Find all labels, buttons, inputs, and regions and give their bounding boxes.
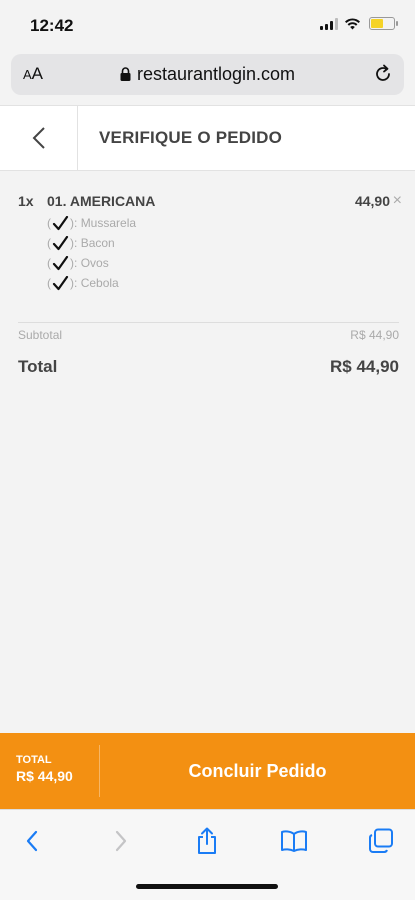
address-bar[interactable]: AA restaurantlogin.com <box>11 54 404 95</box>
option-label: Mussarela <box>80 216 137 230</box>
option-label: Bacon <box>80 236 115 250</box>
option-label: Cebola <box>80 276 119 290</box>
page-title: VERIFIQUE O PEDIDO <box>99 128 283 147</box>
check-icon <box>52 255 69 270</box>
item-price: 44,90 <box>354 193 390 209</box>
subtotal-value: R$ 44,90 <box>350 328 399 342</box>
item-name: 01. AMERICANA <box>47 193 156 209</box>
reload-icon[interactable] <box>372 63 394 85</box>
wifi-icon <box>345 18 360 30</box>
option-close-paren: ): <box>70 236 78 250</box>
item-row: 1x 01. AMERICANA 44,90 <box>18 193 408 209</box>
option-row: ( ): Mussarela <box>47 213 408 233</box>
option-label: Ovos <box>80 256 109 270</box>
option-close-paren: ): <box>70 276 78 290</box>
browser-forward-button[interactable] <box>106 826 136 856</box>
lock-icon <box>120 67 131 81</box>
option-open-paren: ( <box>47 256 51 270</box>
check-icon <box>52 275 69 290</box>
status-time: 12:42 <box>30 16 74 35</box>
page-header: VERIFIQUE O PEDIDO <box>0 105 415 171</box>
bookmarks-button[interactable] <box>279 826 309 856</box>
total-label: Total <box>18 357 58 376</box>
chevron-left-icon <box>32 127 45 149</box>
status-icons <box>320 17 398 30</box>
option-open-paren: ( <box>47 276 51 290</box>
remove-item-icon[interactable]: × <box>393 192 402 210</box>
share-icon <box>198 827 216 854</box>
checkout-total-value: R$ 44,90 <box>16 768 73 784</box>
checkout-bar: TOTAL R$ 44,90 Concluir Pedido <box>0 733 415 809</box>
home-indicator <box>136 884 278 889</box>
share-button[interactable] <box>192 826 222 856</box>
url-display[interactable]: restaurantlogin.com <box>11 64 404 85</box>
browser-back-button[interactable] <box>17 826 47 856</box>
tabs-icon <box>369 828 393 853</box>
divider <box>18 322 399 323</box>
check-icon <box>52 235 69 250</box>
url-text: restaurantlogin.com <box>136 64 296 84</box>
option-open-paren: ( <box>47 236 51 250</box>
total-value: R$ 44,90 <box>330 357 399 376</box>
order-item: 1x 01. AMERICANA 44,90 × ( ): Mussarela … <box>18 192 408 293</box>
status-bar: 12:42 <box>0 0 415 50</box>
checkout-total: TOTAL R$ 44,90 <box>16 754 73 784</box>
tabs-button[interactable] <box>366 826 396 856</box>
book-icon <box>281 830 307 852</box>
checkout-total-label: TOTAL <box>16 754 52 766</box>
option-row: ( ): Bacon <box>47 233 408 253</box>
option-row: ( ): Ovos <box>47 253 408 273</box>
battery-icon <box>369 17 398 30</box>
total-row: Total R$ 44,90 <box>18 357 399 377</box>
option-close-paren: ): <box>70 256 78 270</box>
subtotal-row: Subtotal R$ 44,90 <box>18 328 399 342</box>
chevron-right-icon <box>115 830 127 852</box>
back-button[interactable] <box>0 106 78 170</box>
item-options: ( ): Mussarela ( ): Bacon ( ): Ovos ( ):… <box>47 213 408 293</box>
cellular-signal-icon <box>320 17 338 30</box>
subtotal-label: Subtotal <box>18 328 63 342</box>
conclude-order-button[interactable]: Concluir Pedido <box>100 733 415 809</box>
option-row: ( ): Cebola <box>47 273 408 293</box>
item-quantity: 1x <box>18 193 34 209</box>
option-open-paren: ( <box>47 216 51 230</box>
option-close-paren: ): <box>70 216 78 230</box>
check-icon <box>52 215 69 230</box>
chevron-left-icon <box>26 830 38 852</box>
